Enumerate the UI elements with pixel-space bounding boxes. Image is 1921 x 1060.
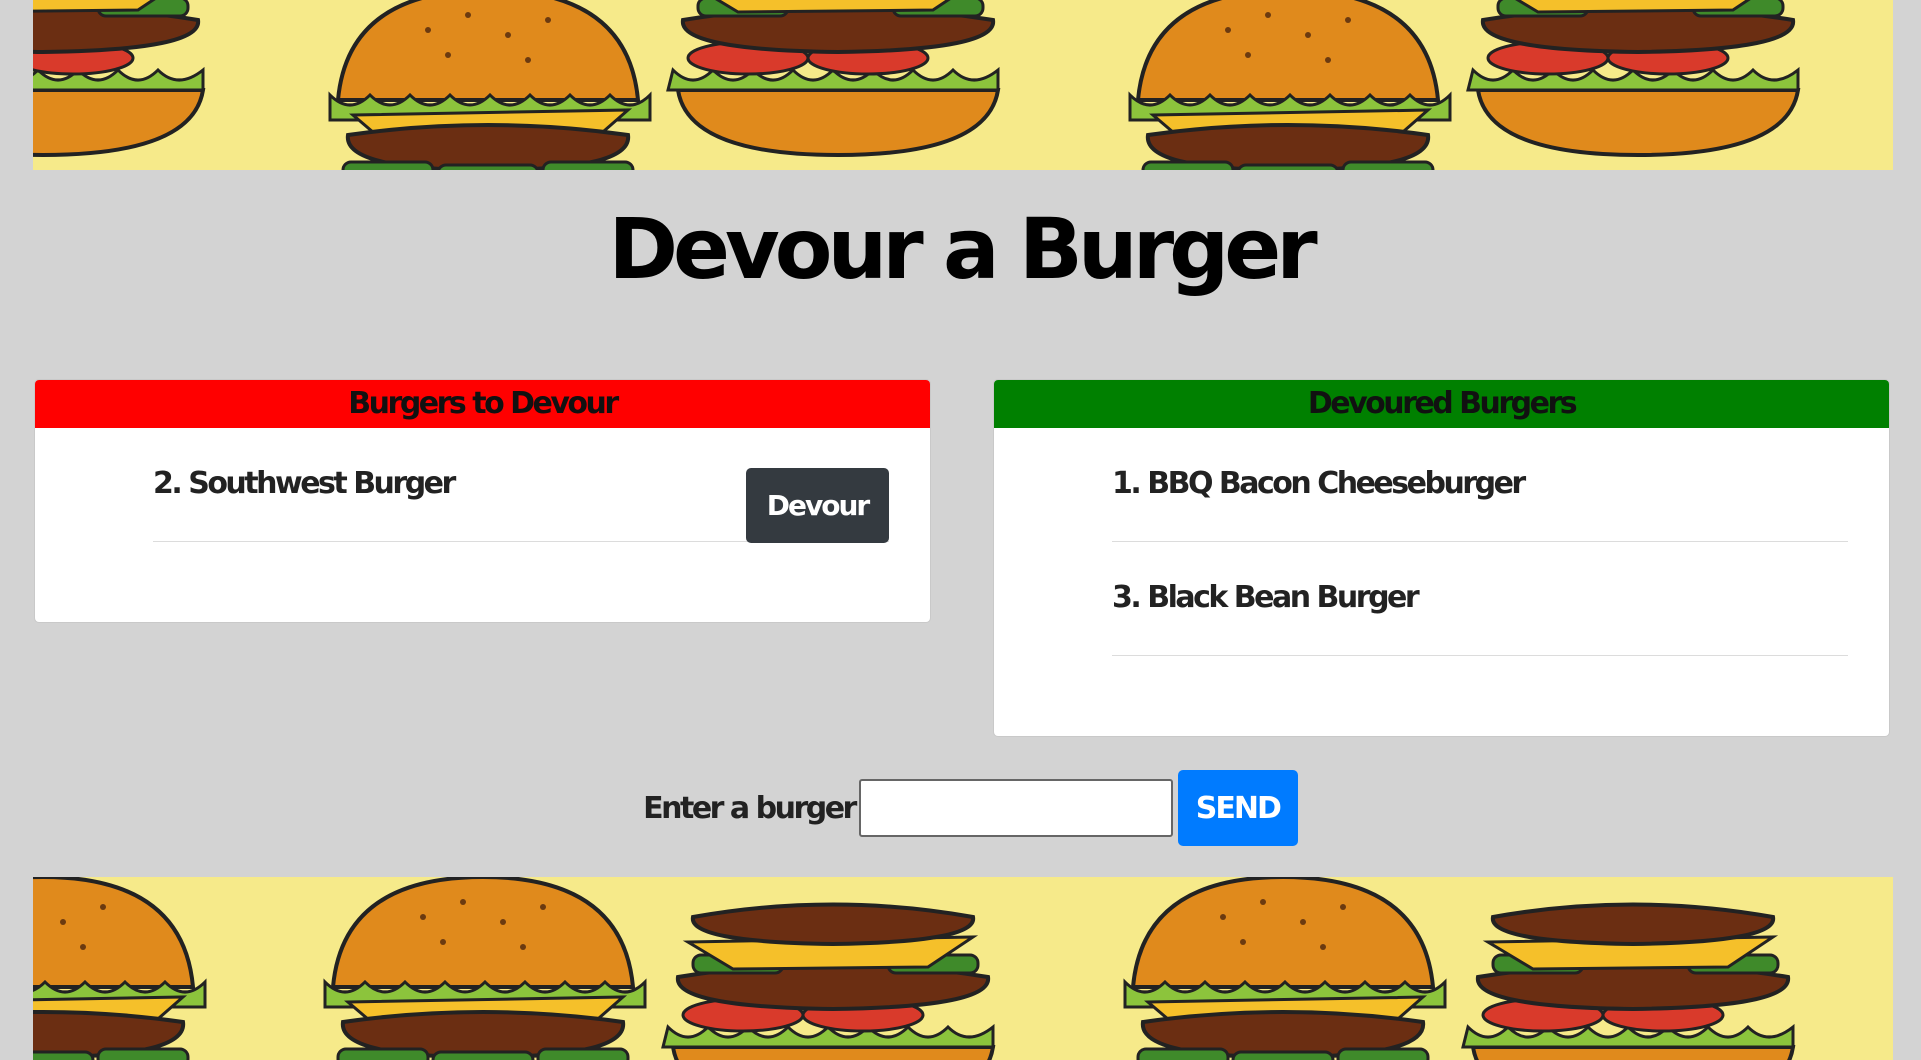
burger-pattern-icon bbox=[33, 877, 1795, 1060]
to-devour-header: Burgers to Devour bbox=[35, 380, 930, 428]
devoured-card: Devoured Burgers 1. BBQ Bacon Cheeseburg… bbox=[993, 379, 1890, 737]
bottom-burger-banner bbox=[33, 877, 1893, 1060]
list-item: 1. BBQ Bacon Cheeseburger bbox=[1112, 428, 1848, 542]
devoured-header: Devoured Burgers bbox=[994, 380, 1889, 428]
list-item: 2. Southwest Burger Devour bbox=[153, 428, 889, 543]
burger-pattern-icon bbox=[33, 0, 1800, 170]
top-burger-banner bbox=[33, 0, 1893, 170]
to-devour-list: 2. Southwest Burger Devour bbox=[35, 428, 930, 543]
send-button[interactable]: SEND bbox=[1177, 770, 1298, 846]
devour-button[interactable]: Devour bbox=[746, 468, 889, 543]
burger-name: 3. Black Bean Burger bbox=[1112, 580, 1420, 615]
devoured-list: 1. BBQ Bacon Cheeseburger 3. Black Bean … bbox=[994, 428, 1889, 656]
burger-input[interactable] bbox=[858, 779, 1173, 837]
to-devour-card: Burgers to Devour 2. Southwest Burger De… bbox=[34, 379, 931, 623]
burger-input-label: Enter a burger bbox=[643, 790, 857, 826]
burger-name: 1. BBQ Bacon Cheeseburger bbox=[1112, 466, 1526, 501]
add-burger-form: Enter a burger SEND bbox=[0, 770, 1921, 846]
page: Devour a Burger Burgers to Devour 2. Sou… bbox=[0, 0, 1921, 1060]
list-item: 3. Black Bean Burger bbox=[1112, 542, 1848, 656]
page-title: Devour a Burger bbox=[608, 200, 1317, 298]
burger-name: 2. Southwest Burger bbox=[153, 466, 456, 501]
